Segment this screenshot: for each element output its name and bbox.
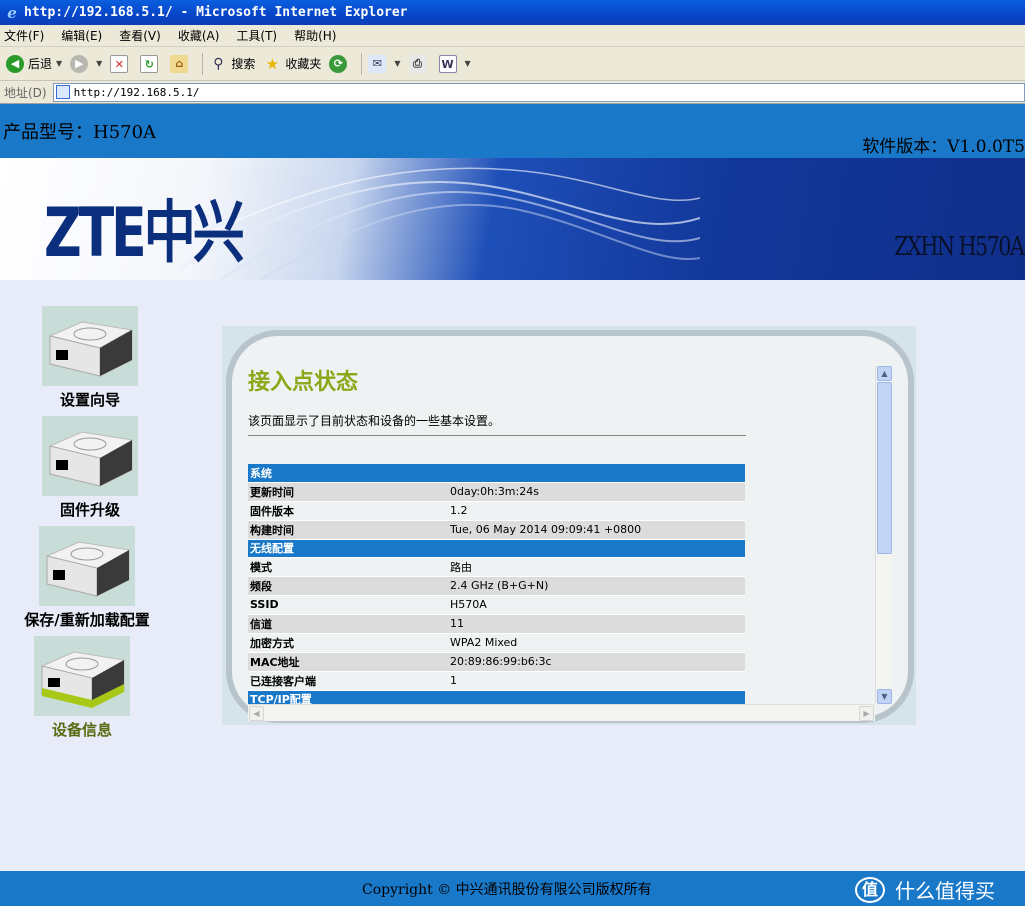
table-row: 模式 路由: [248, 557, 745, 577]
table-row: 更新时间 0day:0h:3m:24s: [248, 482, 745, 502]
refresh-button[interactable]: ↻: [140, 54, 162, 73]
router-device-icon-active: [34, 636, 130, 716]
scroll-left-icon[interactable]: ◀: [249, 706, 264, 721]
table-row: 已连接客户端 1: [248, 671, 745, 691]
forward-dropdown-icon[interactable]: ▼: [96, 59, 102, 68]
nav-firmware-upgrade[interactable]: 固件升级: [10, 416, 170, 520]
product-model: 产品型号：H570A: [3, 122, 157, 143]
stop-button[interactable]: ✕: [110, 54, 132, 73]
table-row: MAC地址 20:89:86:99:b6:3c: [248, 652, 745, 672]
mail-dropdown-icon[interactable]: ▼: [394, 59, 400, 68]
router-device-icon: [42, 306, 138, 386]
window-title: http://192.168.5.1/ - Microsoft Internet…: [24, 5, 408, 20]
nav-label: 保存/重新加载配置: [24, 611, 150, 629]
watermark: 值 什么值得买: [855, 875, 995, 904]
print-button[interactable]: ⎙: [408, 54, 431, 73]
refresh-icon: ↻: [140, 54, 159, 73]
address-label: 地址(D): [4, 85, 47, 100]
home-icon: ⌂: [170, 54, 189, 73]
table-row: 频段 2.4 GHz (B+G+N): [248, 576, 745, 596]
table-row: 信道 11: [248, 614, 745, 634]
table-row: SSID H570A: [248, 595, 745, 615]
page-title: 接入点状态: [248, 369, 359, 395]
ie-logo-icon: e: [7, 3, 17, 22]
word-icon: W: [438, 54, 457, 73]
search-button[interactable]: ⚲ 搜索: [209, 55, 255, 73]
page-description: 该页面显示了目前状态和设备的一些基本设置。: [248, 414, 501, 428]
divider: [248, 435, 746, 436]
nav-label: 设备信息: [51, 721, 112, 739]
product-name: ZXHN H570A: [893, 232, 1025, 262]
back-label: 后退: [28, 57, 53, 71]
router-footer: Copyright © 中兴通讯股份有限公司版权所有 值 什么值得买: [0, 871, 1025, 906]
favorites-label: 收藏夹: [285, 57, 322, 71]
router-banner: ZTE中兴 ZXHN H570A: [0, 158, 1025, 280]
address-input[interactable]: http://192.168.5.1/: [52, 82, 1025, 102]
nav-device-info[interactable]: 设备信息: [2, 636, 162, 740]
forward-button[interactable]: ▶ ▼: [70, 54, 102, 73]
menu-view[interactable]: 查看(V): [119, 27, 161, 44]
watermark-logo-icon: 值: [855, 876, 885, 903]
scroll-thumb[interactable]: [877, 382, 892, 554]
menu-edit[interactable]: 编辑(E): [61, 27, 102, 44]
nav-label: 固件升级: [59, 501, 120, 519]
stop-icon: ✕: [110, 54, 129, 73]
edit-dropdown-icon[interactable]: ▼: [465, 59, 471, 68]
status-table: 系统 更新时间 0day:0h:3m:24s 固件版本 1.2 构建时间 Tue, 0…: [248, 464, 745, 704]
scroll-up-icon[interactable]: ▲: [877, 366, 892, 381]
horizontal-scrollbar[interactable]: ◀ ▶: [248, 704, 875, 721]
nav-save-reload-config[interactable]: 保存/重新加载配置: [7, 526, 167, 630]
table-row: 加密方式 WPA2 Mixed: [248, 633, 745, 653]
menu-help[interactable]: 帮助(H): [294, 27, 336, 44]
forward-arrow-icon: ▶: [70, 54, 89, 73]
menu-bar: 文件(F) 编辑(E) 查看(V) 收藏(A) 工具(T) 帮助(H): [0, 25, 1025, 47]
back-arrow-icon: ◀: [6, 54, 24, 73]
vertical-scrollbar[interactable]: ▲ ▼: [875, 366, 892, 704]
zte-logo: ZTE中兴: [44, 194, 245, 273]
menu-tools[interactable]: 工具(T): [236, 27, 277, 44]
menu-favorites[interactable]: 收藏(A): [178, 27, 220, 44]
watermark-text: 什么值得买: [895, 879, 995, 903]
back-button[interactable]: ◀ 后退 ▼: [6, 54, 62, 73]
copyright-text: Copyright © 中兴通讯股份有限公司版权所有: [362, 882, 652, 898]
search-label: 搜索: [231, 57, 256, 71]
address-bar: 地址(D) http://192.168.5.1/: [0, 81, 1025, 104]
window-titlebar: e http://192.168.5.1/ - Microsoft Intern…: [0, 0, 1025, 25]
router-header: 产品型号：H570A 软件版本：V1.0.0T5: [0, 104, 1025, 158]
back-dropdown-icon[interactable]: ▼: [56, 59, 62, 68]
printer-icon: ⎙: [408, 54, 427, 73]
router-device-icon: [42, 416, 138, 496]
table-row: 固件版本 1.2: [248, 501, 745, 521]
history-button[interactable]: ⟳: [329, 54, 351, 73]
page-icon: [55, 85, 70, 99]
scroll-right-icon[interactable]: ▶: [859, 706, 874, 721]
wave-graphic: [180, 167, 700, 280]
edit-button[interactable]: W ▼: [438, 54, 471, 73]
nav-label: 设置向导: [59, 391, 120, 409]
toolbar-separator: [202, 52, 204, 75]
router-device-icon: [39, 526, 135, 606]
mail-button[interactable]: ✉ ▼: [368, 54, 401, 73]
section-header: 无线配置: [248, 539, 745, 558]
address-url: http://192.168.5.1/: [73, 85, 200, 99]
mail-icon: ✉: [368, 54, 387, 73]
toolbar-separator: [361, 52, 363, 75]
star-icon: ★: [265, 54, 280, 73]
favorites-button[interactable]: ★ 收藏夹: [263, 54, 322, 73]
history-icon: ⟳: [329, 54, 348, 73]
software-version: 软件版本：V1.0.0T5: [862, 137, 1025, 157]
content-area: 接入点状态 该页面显示了目前状态和设备的一些基本设置。 系统 更新时间 0day:…: [248, 360, 874, 704]
browser-toolbar: ◀ 后退 ▼ ▶ ▼ ✕ ↻ ⌂ ⚲ 搜索 ★ 收藏夹 ⟳ ✉ ▼ ⎙ W ▼: [0, 47, 1025, 81]
scroll-down-icon[interactable]: ▼: [877, 689, 892, 704]
nav-setup-wizard[interactable]: 设置向导: [10, 306, 170, 410]
search-icon: ⚲: [213, 55, 224, 72]
menu-file[interactable]: 文件(F): [4, 27, 44, 44]
table-row: 构建时间 Tue, 06 May 2014 09:09:41 +0800: [248, 520, 745, 540]
section-header: TCP/IP配置: [248, 690, 745, 704]
home-button[interactable]: ⌂: [170, 54, 192, 73]
section-header: 系统: [248, 464, 745, 483]
